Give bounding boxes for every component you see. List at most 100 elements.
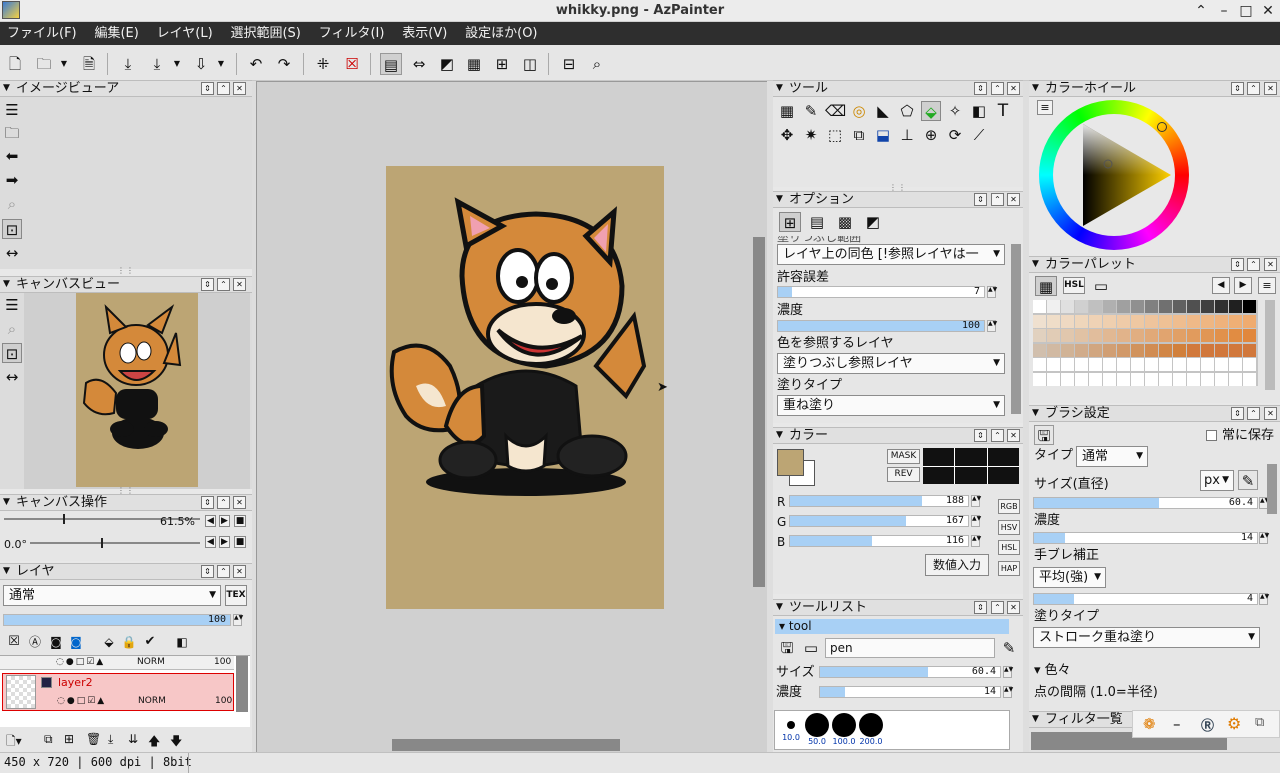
canvas-ops-header[interactable]: ▼ キャンバス操作 ⇕ ⌃ ✕ <box>0 494 252 511</box>
preset-brush[interactable]: 50.0 <box>804 713 830 747</box>
auto-select-tool-icon[interactable]: ✧ <box>945 101 965 121</box>
panel-expand-icon[interactable]: ⌃ <box>991 429 1004 442</box>
panel-move-icon[interactable]: ⇕ <box>974 82 987 95</box>
spin-icon[interactable]: ▲▼ <box>971 495 981 507</box>
panel-move-icon[interactable]: ⇕ <box>974 429 987 442</box>
palette-swatch[interactable] <box>1075 314 1088 328</box>
save-icon[interactable]: ⤓ <box>117 53 139 75</box>
option-header[interactable]: ▼ オプション ⇕ ⌃ ✕ <box>773 191 1023 208</box>
palette-swatch[interactable] <box>1159 372 1172 386</box>
palette-swatch[interactable] <box>1173 329 1186 342</box>
palette-grid-icon[interactable]: ▦ <box>1035 276 1057 296</box>
brush-size-slider[interactable]: 60.4 <box>1033 497 1258 509</box>
brush-paint-type-select[interactable]: ストローク重ね塗り ▼ <box>1033 627 1260 648</box>
new-layer-icon[interactable]: 🗋▾ <box>6 732 22 753</box>
splitter-grip[interactable]: ⋮⋮ <box>0 487 252 495</box>
panel-expand-icon[interactable]: ⌃ <box>991 193 1004 206</box>
mask-slot[interactable] <box>923 448 955 466</box>
panel-close-icon[interactable]: ✕ <box>1007 429 1020 442</box>
layer-header[interactable]: ▼ レイヤ ⇕ ⌃ ✕ <box>0 563 252 580</box>
layer-scrollbar[interactable] <box>236 656 248 712</box>
option-tab-headtail-icon[interactable]: ◩ <box>863 212 883 232</box>
toggle-bg-icon[interactable]: ◩ <box>436 53 458 75</box>
subgrid-icon[interactable]: ⊞ <box>491 53 513 75</box>
palette-header[interactable]: ▼ カラーパレット ⇕ ⌃ ✕ <box>1029 256 1280 273</box>
panel-move-icon[interactable]: ⇕ <box>201 82 214 95</box>
edit-icon[interactable]: ✎ <box>999 638 1019 658</box>
stamp-tool-icon[interactable]: ⊥ <box>897 125 917 145</box>
window-icon[interactable]: ▭ <box>801 638 821 658</box>
fit-icon[interactable]: ⊡ <box>2 219 22 239</box>
palette-swatch[interactable] <box>1103 343 1116 357</box>
palette-scrollbar[interactable] <box>1265 300 1275 390</box>
stabilizer-slider[interactable]: 4 <box>1033 593 1258 605</box>
palette-swatch[interactable] <box>1047 300 1060 313</box>
spin-icon[interactable]: ▲▼ <box>1259 593 1269 605</box>
mode-hap-button[interactable]: HAP <box>998 561 1020 576</box>
tray-minimize-icon[interactable]: – <box>1173 715 1181 733</box>
brush-density-slider[interactable]: 14 <box>1033 532 1258 544</box>
palette-swatch[interactable] <box>1089 372 1102 386</box>
palette-swatch[interactable] <box>1145 372 1158 386</box>
angle-prev-button[interactable]: ◀ <box>205 536 216 548</box>
palette-swatch[interactable] <box>1103 314 1116 328</box>
canvas-view-area[interactable]: ☰ ⌕ ⊡ ↔ <box>0 293 252 489</box>
canvas-view-header[interactable]: ▼ キャンバスビュー ⇕ ⌃ ✕ <box>0 276 252 293</box>
canvas-hscroll[interactable] <box>392 739 620 751</box>
open-folder-icon[interactable]: 🗀 <box>33 53 55 75</box>
mask-slot[interactable] <box>923 466 955 484</box>
check-icon[interactable]: ✔ <box>140 632 160 652</box>
palette-swatch[interactable] <box>1243 300 1256 313</box>
tolerance-slider[interactable]: 7 <box>777 286 985 298</box>
menu-settings[interactable]: 設定ほか(O) <box>458 22 544 45</box>
menu-filter[interactable]: フィルタ(I) <box>312 22 392 45</box>
palette-swatch[interactable] <box>1159 358 1172 371</box>
collapse-triangle-icon[interactable]: ▼ <box>776 600 783 615</box>
palette-bar-icon[interactable]: ▭ <box>1091 276 1111 296</box>
option-tab-tool-icon[interactable]: ⊞ <box>779 212 801 232</box>
zoom-prev-button[interactable]: ◀ <box>205 515 216 527</box>
layer-flags-icon[interactable]: ◌●□☑▲ <box>57 696 106 706</box>
eraser-tool-icon[interactable]: ⌫ <box>825 101 846 121</box>
tool-size-slider[interactable]: 60.4 <box>819 666 1001 678</box>
export-icon[interactable]: ⇩ <box>190 53 212 75</box>
collapse-triangle-icon[interactable]: ▼ <box>776 428 783 443</box>
option-scrollbar[interactable] <box>1011 244 1021 414</box>
tray-r-icon[interactable]: Ⓡ <box>1201 715 1214 734</box>
palette-swatches[interactable] <box>1033 300 1258 386</box>
spin-icon[interactable]: ▲▼ <box>233 614 243 626</box>
palette-swatch[interactable] <box>1145 358 1158 371</box>
palette-swatch[interactable] <box>1061 300 1074 313</box>
new-file-icon[interactable]: 🗋 <box>4 53 26 75</box>
panel-expand-icon[interactable]: ⌃ <box>217 496 230 509</box>
palette-swatch[interactable] <box>1243 329 1256 342</box>
mask-slot[interactable] <box>955 466 987 484</box>
palette-swatch[interactable] <box>1089 358 1102 371</box>
layer-option-icon[interactable]: ◧ <box>172 632 192 652</box>
tray-app-icon[interactable]: ❁ <box>1143 715 1156 733</box>
palette-menu-button[interactable]: ≡ <box>1258 277 1276 294</box>
palette-swatch[interactable] <box>1159 314 1172 328</box>
pen-tool-icon[interactable]: ✎ <box>801 101 821 121</box>
zoom-next-button[interactable]: ▶ <box>219 515 230 527</box>
palette-swatch[interactable] <box>1201 358 1214 371</box>
layer-color-swatch[interactable] <box>41 677 52 688</box>
palette-swatch[interactable] <box>1131 314 1144 328</box>
dot-pen-tool-icon[interactable]: ◎ <box>849 101 869 121</box>
panel-expand-icon[interactable]: ⌃ <box>217 565 230 578</box>
numeric-input-button[interactable]: 数値入力 <box>925 554 989 576</box>
palette-swatch[interactable] <box>1229 343 1242 357</box>
panel-close-icon[interactable]: ✕ <box>1264 407 1277 420</box>
preset-brush[interactable]: 200.0 <box>858 713 884 747</box>
spin-icon[interactable]: ▲▼ <box>1259 532 1269 544</box>
grid-icon[interactable]: ▦ <box>463 53 485 75</box>
palette-swatch[interactable] <box>1047 329 1060 342</box>
splitter-grip[interactable]: ⋮⋮ <box>773 184 1023 192</box>
palette-swatch[interactable] <box>1117 300 1130 313</box>
tool-density-slider[interactable]: 14 <box>819 686 1001 698</box>
palette-swatch[interactable] <box>1033 343 1046 357</box>
palette-swatch[interactable] <box>1229 358 1242 371</box>
arrow-left-icon[interactable]: ⬅ <box>2 146 22 166</box>
paint-type-select[interactable]: 重ね塗り ▼ <box>777 395 1005 416</box>
palette-hsl-button[interactable]: HSL <box>1063 277 1085 294</box>
